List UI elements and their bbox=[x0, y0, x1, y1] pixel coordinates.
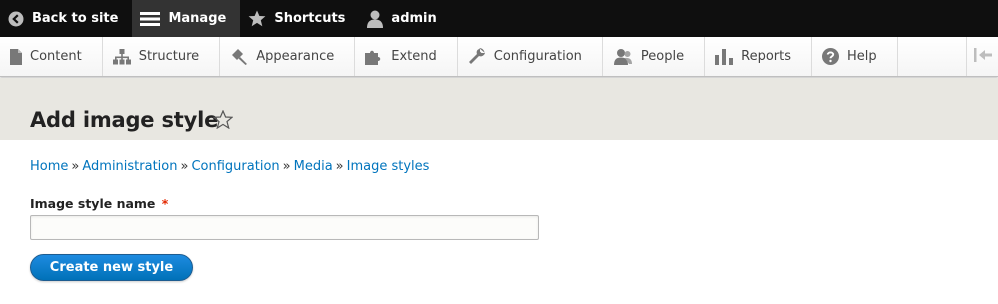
wrench-icon bbox=[468, 48, 486, 65]
back-to-site-link[interactable]: Back to site bbox=[0, 0, 132, 37]
create-new-style-button[interactable]: Create new style bbox=[30, 254, 193, 281]
tray-item-extend[interactable]: Extend bbox=[355, 37, 458, 76]
field-label-text: Image style name bbox=[30, 196, 156, 211]
puzzle-icon bbox=[365, 49, 383, 65]
tray-item-reports[interactable]: Reports bbox=[705, 37, 812, 76]
collapse-tray-button[interactable] bbox=[966, 37, 998, 76]
admin-toolbar: Back to site Manage Shortcuts admin bbox=[0, 0, 998, 37]
manage-tab[interactable]: Manage bbox=[132, 0, 241, 37]
add-shortcut-star-icon[interactable] bbox=[212, 109, 234, 133]
tray-item-people[interactable]: People bbox=[603, 37, 706, 76]
tray-item-content[interactable]: Content bbox=[0, 37, 103, 76]
tray-item-label: People bbox=[640, 49, 685, 64]
breadcrumb-link-administration[interactable]: Administration bbox=[82, 159, 177, 174]
image-style-name-label: Image style name * bbox=[30, 196, 168, 211]
bar-chart-icon bbox=[715, 48, 734, 65]
admin-tray: Content Structure Appearance Extend Conf… bbox=[0, 37, 998, 77]
tray-spacer bbox=[898, 37, 966, 76]
tray-item-appearance[interactable]: Appearance bbox=[220, 37, 356, 76]
help-icon bbox=[822, 48, 839, 65]
star-icon bbox=[248, 10, 266, 27]
breadcrumb-separator: » bbox=[71, 159, 80, 174]
user-label: admin bbox=[391, 11, 437, 26]
file-icon bbox=[10, 48, 22, 65]
arrow-left-circle-icon bbox=[8, 11, 24, 27]
breadcrumb-link-home[interactable]: Home bbox=[30, 159, 68, 174]
user-icon bbox=[367, 10, 384, 28]
tray-item-label: Configuration bbox=[493, 49, 582, 64]
tray-item-label: Help bbox=[847, 49, 877, 64]
breadcrumb-separator: » bbox=[282, 159, 291, 174]
shortcuts-label: Shortcuts bbox=[274, 11, 346, 26]
breadcrumb-separator: » bbox=[335, 159, 344, 174]
tray-item-label: Content bbox=[30, 49, 82, 64]
people-icon bbox=[613, 48, 633, 65]
tray-item-label: Reports bbox=[741, 49, 791, 64]
shortcuts-tab[interactable]: Shortcuts bbox=[240, 0, 359, 37]
tray-item-configuration[interactable]: Configuration bbox=[458, 37, 603, 76]
breadcrumb-link-configuration[interactable]: Configuration bbox=[191, 159, 279, 174]
page-title: Add image style bbox=[30, 108, 219, 132]
breadcrumb-link-image-styles[interactable]: Image styles bbox=[347, 159, 430, 174]
image-style-name-input[interactable] bbox=[30, 215, 539, 240]
collapse-tray-icon bbox=[973, 47, 992, 67]
hamburger-icon bbox=[140, 11, 161, 27]
paint-icon bbox=[230, 48, 248, 65]
sitemap-icon bbox=[112, 48, 131, 65]
back-to-site-label: Back to site bbox=[32, 11, 119, 26]
user-tab[interactable]: admin bbox=[359, 0, 450, 37]
manage-label: Manage bbox=[168, 11, 227, 26]
tray-item-label: Appearance bbox=[256, 49, 335, 64]
tray-item-label: Structure bbox=[138, 49, 200, 64]
breadcrumb-link-media[interactable]: Media bbox=[294, 159, 333, 174]
required-marker: * bbox=[161, 196, 169, 211]
tray-item-label: Extend bbox=[391, 49, 437, 64]
tray-item-structure[interactable]: Structure bbox=[103, 37, 221, 76]
breadcrumb: Home» Administration» Configuration» Media»… bbox=[30, 159, 429, 174]
breadcrumb-separator: » bbox=[180, 159, 189, 174]
tray-item-help[interactable]: Help bbox=[812, 37, 898, 76]
